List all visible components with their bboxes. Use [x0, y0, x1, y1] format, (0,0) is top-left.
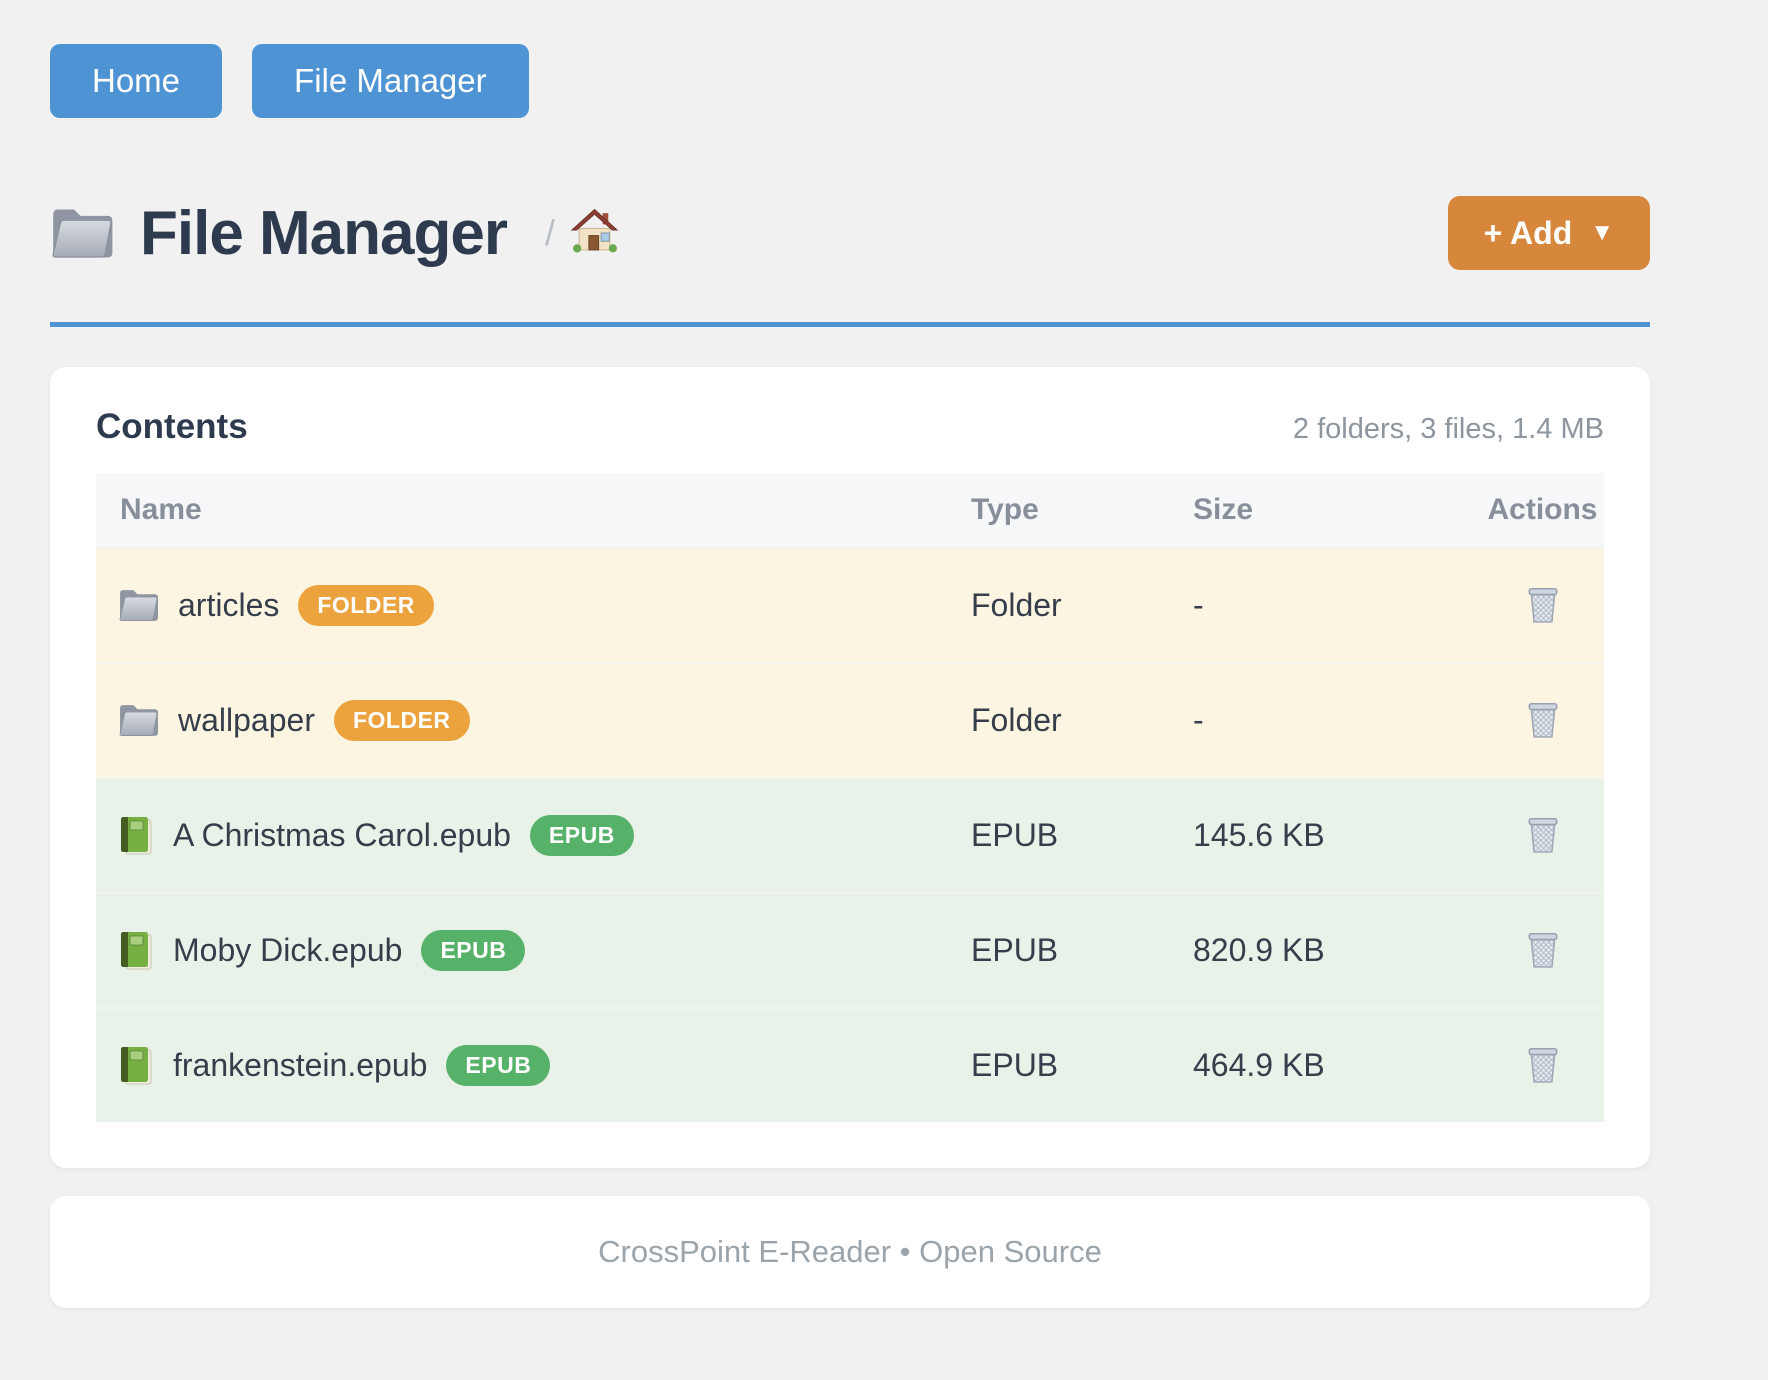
delete-button[interactable]	[1521, 925, 1565, 973]
type-cell: EPUB	[971, 778, 1193, 893]
green-book-icon	[118, 1046, 154, 1086]
folder-icon	[118, 588, 159, 623]
trash-icon	[1525, 727, 1561, 742]
size-cell: -	[1193, 663, 1481, 778]
type-cell: Folder	[971, 548, 1193, 663]
file-name-link[interactable]: A Christmas Carol.epub	[173, 817, 511, 854]
folder-badge: FOLDER	[334, 700, 470, 741]
column-header-name: Name	[96, 473, 971, 548]
epub-badge: EPUB	[421, 930, 525, 971]
table-header-row: Name Type Size Actions	[96, 473, 1604, 548]
breadcrumb-separator: /	[545, 212, 555, 254]
folder-badge: FOLDER	[298, 585, 434, 626]
file-name-link[interactable]: Moby Dick.epub	[173, 932, 402, 969]
add-button[interactable]: + Add ▼	[1448, 196, 1650, 270]
table-row-wallpaper: wallpaper FOLDER Folder -	[96, 663, 1604, 778]
size-cell: 820.9 KB	[1193, 893, 1481, 1008]
contents-card: Contents 2 folders, 3 files, 1.4 MB Name…	[50, 367, 1650, 1168]
table-row-articles: articles FOLDER Folder -	[96, 548, 1604, 663]
table-row-christmas-carol: A Christmas Carol.epub EPUB EPUB 145.6 K…	[96, 778, 1604, 893]
green-book-icon	[118, 931, 154, 971]
page-title: File Manager	[140, 198, 507, 269]
folder-icon	[118, 703, 159, 738]
file-table: Name Type Size Actions articles FOLDER F…	[96, 473, 1604, 1122]
add-button-label: + Add	[1484, 215, 1573, 252]
contents-summary: 2 folders, 3 files, 1.4 MB	[1293, 413, 1604, 446]
table-row-frankenstein: frankenstein.epub EPUB EPUB 464.9 KB	[96, 1008, 1604, 1122]
footer: CrossPoint E-Reader • Open Source	[50, 1196, 1650, 1308]
size-cell: 145.6 KB	[1193, 778, 1481, 893]
folder-icon	[50, 206, 114, 261]
caret-down-icon: ▼	[1590, 219, 1614, 247]
delete-button[interactable]	[1521, 1040, 1565, 1088]
size-cell: -	[1193, 548, 1481, 663]
delete-button[interactable]	[1521, 580, 1565, 628]
trash-icon	[1525, 1072, 1561, 1087]
green-book-icon	[118, 816, 154, 856]
file-name-link[interactable]: frankenstein.epub	[173, 1047, 427, 1084]
delete-button[interactable]	[1521, 810, 1565, 858]
contents-card-header: Contents 2 folders, 3 files, 1.4 MB	[96, 407, 1604, 447]
footer-text: CrossPoint E-Reader • Open Source	[598, 1234, 1102, 1270]
nav-home-button[interactable]: Home	[50, 44, 222, 118]
epub-badge: EPUB	[446, 1045, 550, 1086]
column-header-size: Size	[1193, 473, 1481, 548]
contents-heading: Contents	[96, 407, 248, 447]
type-cell: EPUB	[971, 1008, 1193, 1122]
column-header-type: Type	[971, 473, 1193, 548]
page-header: File Manager / + Add ▼	[50, 196, 1650, 270]
trash-icon	[1525, 957, 1561, 972]
column-header-actions: Actions	[1481, 473, 1604, 548]
size-cell: 464.9 KB	[1193, 1008, 1481, 1122]
title-group: File Manager /	[50, 198, 618, 269]
trash-icon	[1525, 612, 1561, 627]
trash-icon	[1525, 842, 1561, 857]
nav-file-manager-button[interactable]: File Manager	[252, 44, 529, 118]
house-icon	[571, 208, 618, 258]
type-cell: Folder	[971, 663, 1193, 778]
epub-badge: EPUB	[530, 815, 634, 856]
breadcrumb-home-link[interactable]	[571, 208, 618, 258]
delete-button[interactable]	[1521, 695, 1565, 743]
table-row-moby-dick: Moby Dick.epub EPUB EPUB 820.9 KB	[96, 893, 1604, 1008]
title-divider	[50, 322, 1650, 327]
top-nav: Home File Manager	[50, 44, 1650, 118]
file-name-link[interactable]: wallpaper	[178, 702, 315, 739]
file-manager-page: Home File Manager File Manager / + Add ▼…	[0, 0, 1700, 1308]
type-cell: EPUB	[971, 893, 1193, 1008]
file-name-link[interactable]: articles	[178, 587, 279, 624]
